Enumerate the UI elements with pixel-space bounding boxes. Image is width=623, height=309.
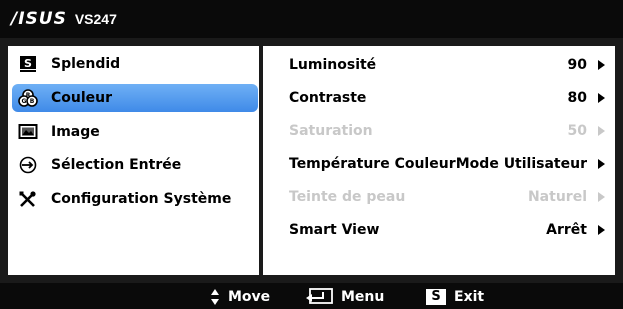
setting-label: Luminosité xyxy=(289,57,377,73)
menu-item-couleur[interactable]: RGB Couleur xyxy=(12,84,258,112)
arrow-right-icon xyxy=(598,225,605,235)
arrow-right-icon xyxy=(598,126,605,136)
menu-item-configuration-systeme[interactable]: Configuration Système xyxy=(8,185,259,213)
setting-row-teinte-de-peau: Teinte de peau Naturel xyxy=(263,183,615,211)
arrow-right-icon xyxy=(598,159,605,169)
move-label: Move xyxy=(228,289,271,305)
setting-label: Teinte de peau xyxy=(289,189,406,205)
setting-row-temperature-couleur[interactable]: Température Couleur Mode Utilisateur xyxy=(263,150,615,178)
s-key-icon: S xyxy=(426,289,446,305)
move-hint[interactable]: Move xyxy=(210,288,270,306)
enter-icon xyxy=(305,288,333,306)
arrow-right-icon xyxy=(598,93,605,103)
system-setup-icon xyxy=(18,190,38,208)
model-name: VS247 xyxy=(74,11,117,27)
exit-label: Exit xyxy=(454,289,485,305)
setting-label: Smart View xyxy=(289,222,380,238)
up-down-arrow-icon xyxy=(210,288,220,306)
setting-value: Naturel xyxy=(527,189,587,205)
setting-row-saturation: Saturation 50 xyxy=(263,117,615,145)
setting-value: Arrêt xyxy=(546,222,587,238)
svg-text:B: B xyxy=(30,98,35,105)
setting-label: Température Couleur xyxy=(289,156,456,172)
menu-item-label: Sélection Entrée xyxy=(51,157,182,173)
osd-window: /ISUS VS247 S Splendid RGB Couleur Image… xyxy=(0,0,623,309)
svg-text:S: S xyxy=(24,57,32,70)
menu-body: S Splendid RGB Couleur Image Sélection E… xyxy=(0,38,623,283)
setting-row-luminosite[interactable]: Luminosité 90 xyxy=(263,51,615,79)
menu-item-label: Configuration Système xyxy=(51,191,232,207)
setting-label: Saturation xyxy=(289,123,373,139)
arrow-right-icon xyxy=(598,192,605,202)
navigation-bar: Move Menu S Exit xyxy=(0,283,623,309)
main-menu: S Splendid RGB Couleur Image Sélection E… xyxy=(8,46,259,275)
menu-item-splendid[interactable]: S Splendid xyxy=(8,50,259,78)
menu-item-label: Couleur xyxy=(51,90,113,106)
color-icon: RGB xyxy=(18,89,38,107)
setting-row-contraste[interactable]: Contraste 80 xyxy=(263,84,615,112)
menu-item-image[interactable]: Image xyxy=(8,118,259,146)
setting-value: 80 xyxy=(567,90,587,106)
menu-hint[interactable]: Menu xyxy=(305,288,384,306)
setting-row-smart-view[interactable]: Smart View Arrêt xyxy=(263,216,615,244)
setting-value: 50 xyxy=(567,123,587,139)
setting-value: 90 xyxy=(567,57,587,73)
title-bar: /ISUS VS247 xyxy=(0,0,623,38)
menu-item-label: Image xyxy=(51,124,100,140)
asus-logo: /ISUS VS247 xyxy=(11,9,117,29)
settings-panel: Luminosité 90 Contraste 80 Saturation 50… xyxy=(263,46,615,275)
setting-value: Mode Utilisateur xyxy=(455,156,587,172)
exit-hint[interactable]: S Exit xyxy=(426,288,484,306)
menu-label: Menu xyxy=(341,289,385,305)
setting-label: Contraste xyxy=(289,90,367,106)
svg-text:G: G xyxy=(22,98,27,105)
brand-logo-text: /ISUS xyxy=(11,9,67,29)
arrow-right-icon xyxy=(598,60,605,70)
menu-item-selection-entree[interactable]: Sélection Entrée xyxy=(8,151,259,179)
menu-item-label: Splendid xyxy=(51,56,121,72)
image-icon xyxy=(18,123,38,141)
input-select-icon xyxy=(18,156,38,174)
splendid-icon: S xyxy=(18,55,38,73)
